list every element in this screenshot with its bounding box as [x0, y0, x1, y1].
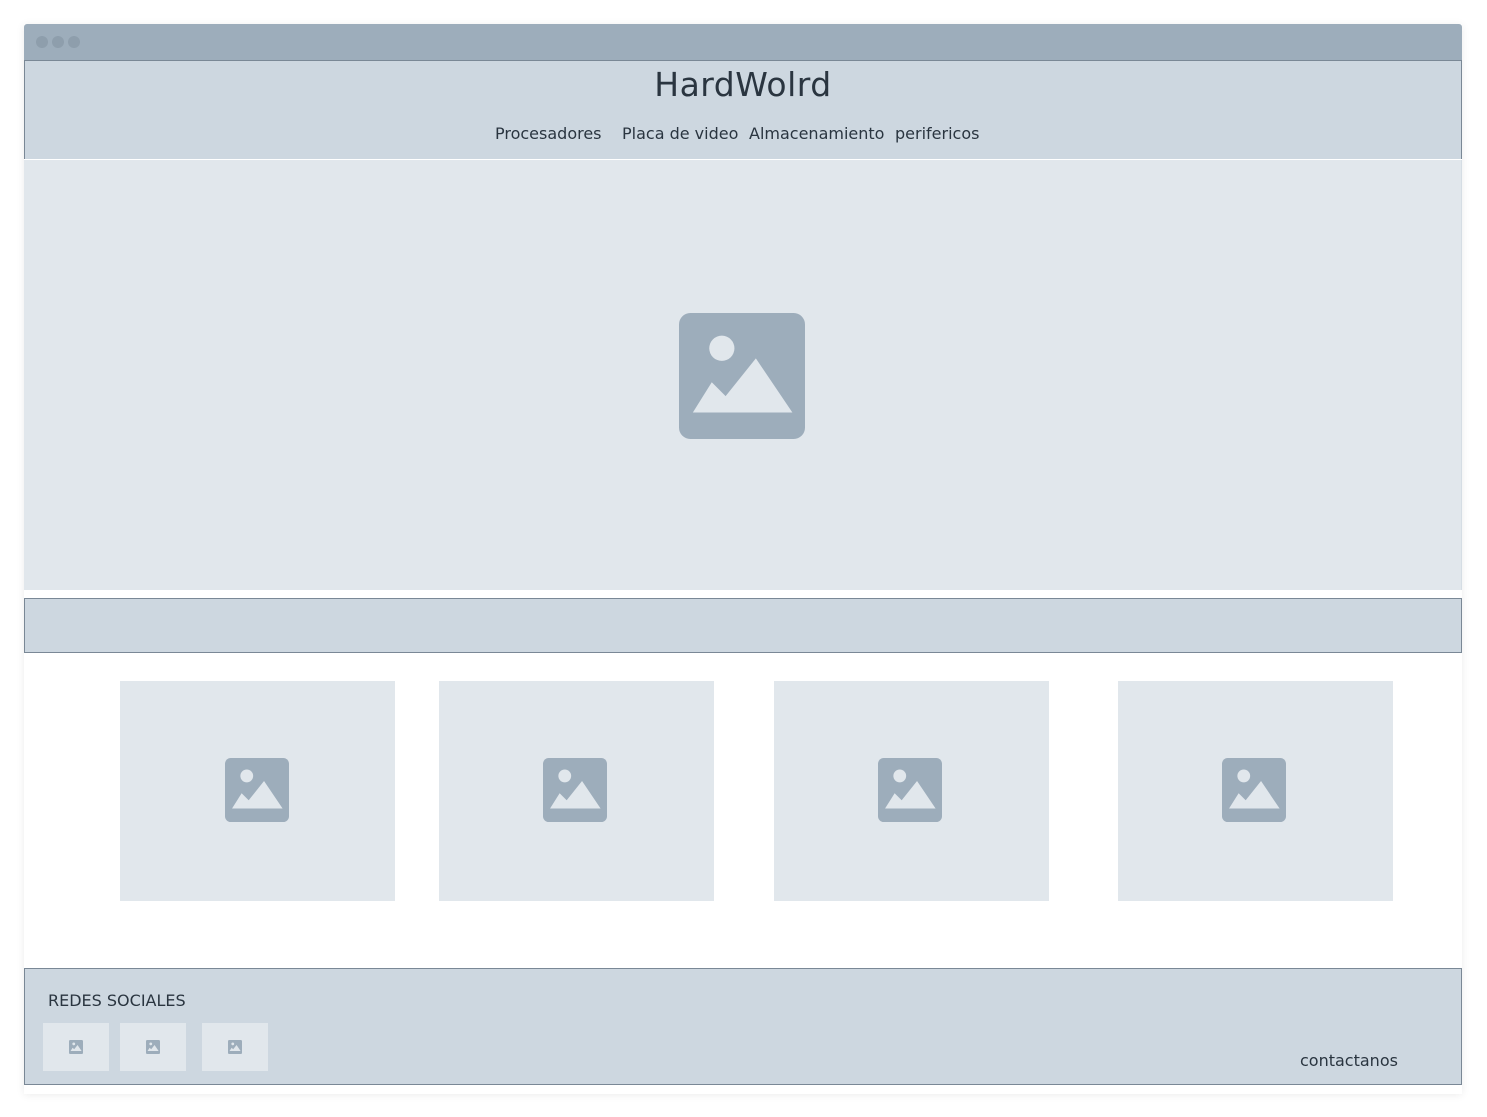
image-placeholder-icon	[543, 758, 607, 822]
social-link-1[interactable]	[43, 1023, 109, 1071]
nav-item-almacenamiento[interactable]: Almacenamiento	[749, 124, 884, 143]
nav-item-perifericos[interactable]: perifericos	[895, 124, 979, 143]
social-link-3[interactable]	[202, 1023, 268, 1071]
contact-link[interactable]: contactanos	[1300, 1051, 1398, 1070]
site-title: HardWolrd	[654, 65, 832, 104]
image-placeholder-icon	[878, 758, 942, 822]
hero-image-placeholder	[24, 160, 1462, 590]
social-link-2[interactable]	[120, 1023, 186, 1071]
footer-title: REDES SOCIALES	[48, 991, 186, 1010]
nav-item-procesadores[interactable]: Procesadores	[495, 124, 602, 143]
product-card-image[interactable]	[120, 681, 395, 901]
image-placeholder-icon	[225, 758, 289, 822]
window-minimize-dot[interactable]	[52, 36, 64, 48]
image-placeholder-icon	[1222, 758, 1286, 822]
image-placeholder-icon	[146, 1040, 160, 1054]
product-card-image[interactable]	[774, 681, 1049, 901]
window-close-dot[interactable]	[36, 36, 48, 48]
product-card-image[interactable]	[439, 681, 714, 901]
section-band	[24, 598, 1462, 653]
browser-window: HardWolrd Procesadores Placa de video Al…	[24, 24, 1462, 1094]
image-placeholder-icon	[228, 1040, 242, 1054]
site-header: HardWolrd Procesadores Placa de video Al…	[24, 60, 1462, 159]
image-placeholder-icon	[69, 1040, 83, 1054]
nav-item-placa-de-video[interactable]: Placa de video	[622, 124, 738, 143]
window-titlebar	[24, 24, 1462, 60]
main-nav: Procesadores Placa de video Almacenamien…	[25, 124, 1461, 148]
product-card-image[interactable]	[1118, 681, 1393, 901]
window-maximize-dot[interactable]	[68, 36, 80, 48]
site-footer: REDES SOCIALES contactanos	[24, 968, 1462, 1085]
image-placeholder-icon	[679, 313, 805, 439]
